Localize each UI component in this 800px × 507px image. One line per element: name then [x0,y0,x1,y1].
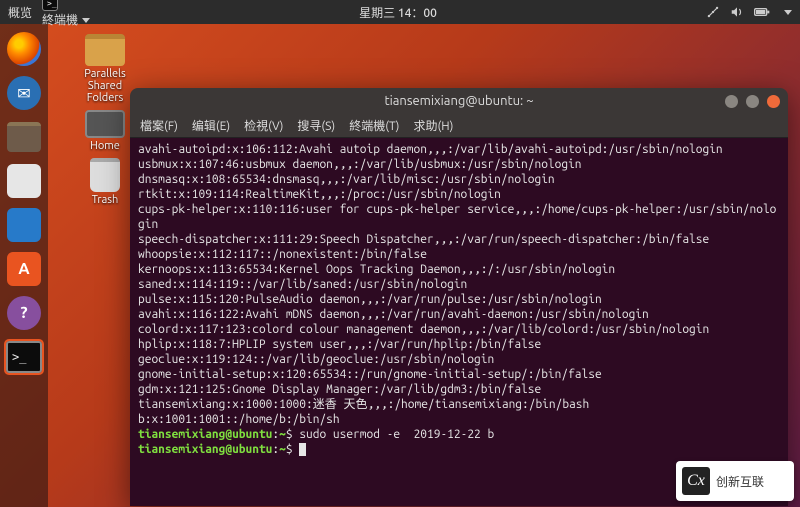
top-bar: 概览 >_ 終端機 星期三 14：00 [0,0,800,24]
dock-firefox[interactable] [5,30,43,68]
chevron-down-icon [82,18,90,23]
app-menu[interactable]: >_ 終端機 [42,0,90,28]
volume-icon[interactable] [730,5,744,19]
dock-files[interactable] [5,118,43,156]
window-minimize-button[interactable] [725,95,738,108]
dock-rhythmbox[interactable] [5,162,43,200]
menu-view[interactable]: 检視(V) [244,117,283,134]
dock: ✉ A ? >_ [0,24,48,507]
window-maximize-button[interactable] [746,95,759,108]
terminal-body[interactable]: avahi-autoipd:x:106:112:Avahi autoip dae… [130,138,788,506]
dock-terminal[interactable]: >_ [5,338,43,376]
drive-icon [85,110,125,138]
dock-writer[interactable] [5,206,43,244]
watermark-logo: Cx [682,467,710,495]
terminal-window: tiansemixiang@ubuntu: ~ 檔案(F) 编辑(E) 检視(V… [130,88,788,506]
desktop-item-label: Trash [92,194,119,206]
battery-icon[interactable] [754,6,770,18]
menu-file[interactable]: 檔案(F) [140,117,178,134]
menu-terminal[interactable]: 終端機(T) [349,117,399,134]
dock-software[interactable]: A [5,250,43,288]
window-close-button[interactable] [767,95,780,108]
dock-thunderbird[interactable]: ✉ [5,74,43,112]
window-titlebar[interactable]: tiansemixiang@ubuntu: ~ [130,88,788,114]
network-icon[interactable] [706,5,720,19]
folder-icon [85,34,125,66]
menu-help[interactable]: 求助(H) [413,117,453,134]
menu-edit[interactable]: 编辑(E) [192,117,230,134]
activities-button[interactable]: 概览 [8,4,32,21]
terminal-menubar: 檔案(F) 编辑(E) 检視(V) 搜寻(S) 終端機(T) 求助(H) [130,114,788,138]
dock-help[interactable]: ? [5,294,43,332]
trash-icon [90,158,120,192]
desktop-item-label: Home [90,140,120,152]
menu-search[interactable]: 搜寻(S) [297,117,335,134]
watermark-text: 创新互联 [716,473,764,490]
watermark-badge: Cx 创新互联 [676,461,794,501]
window-title: tiansemixiang@ubuntu: ~ [384,94,533,108]
clock[interactable]: 星期三 14：00 [90,4,706,21]
system-menu-icon[interactable] [784,10,792,15]
